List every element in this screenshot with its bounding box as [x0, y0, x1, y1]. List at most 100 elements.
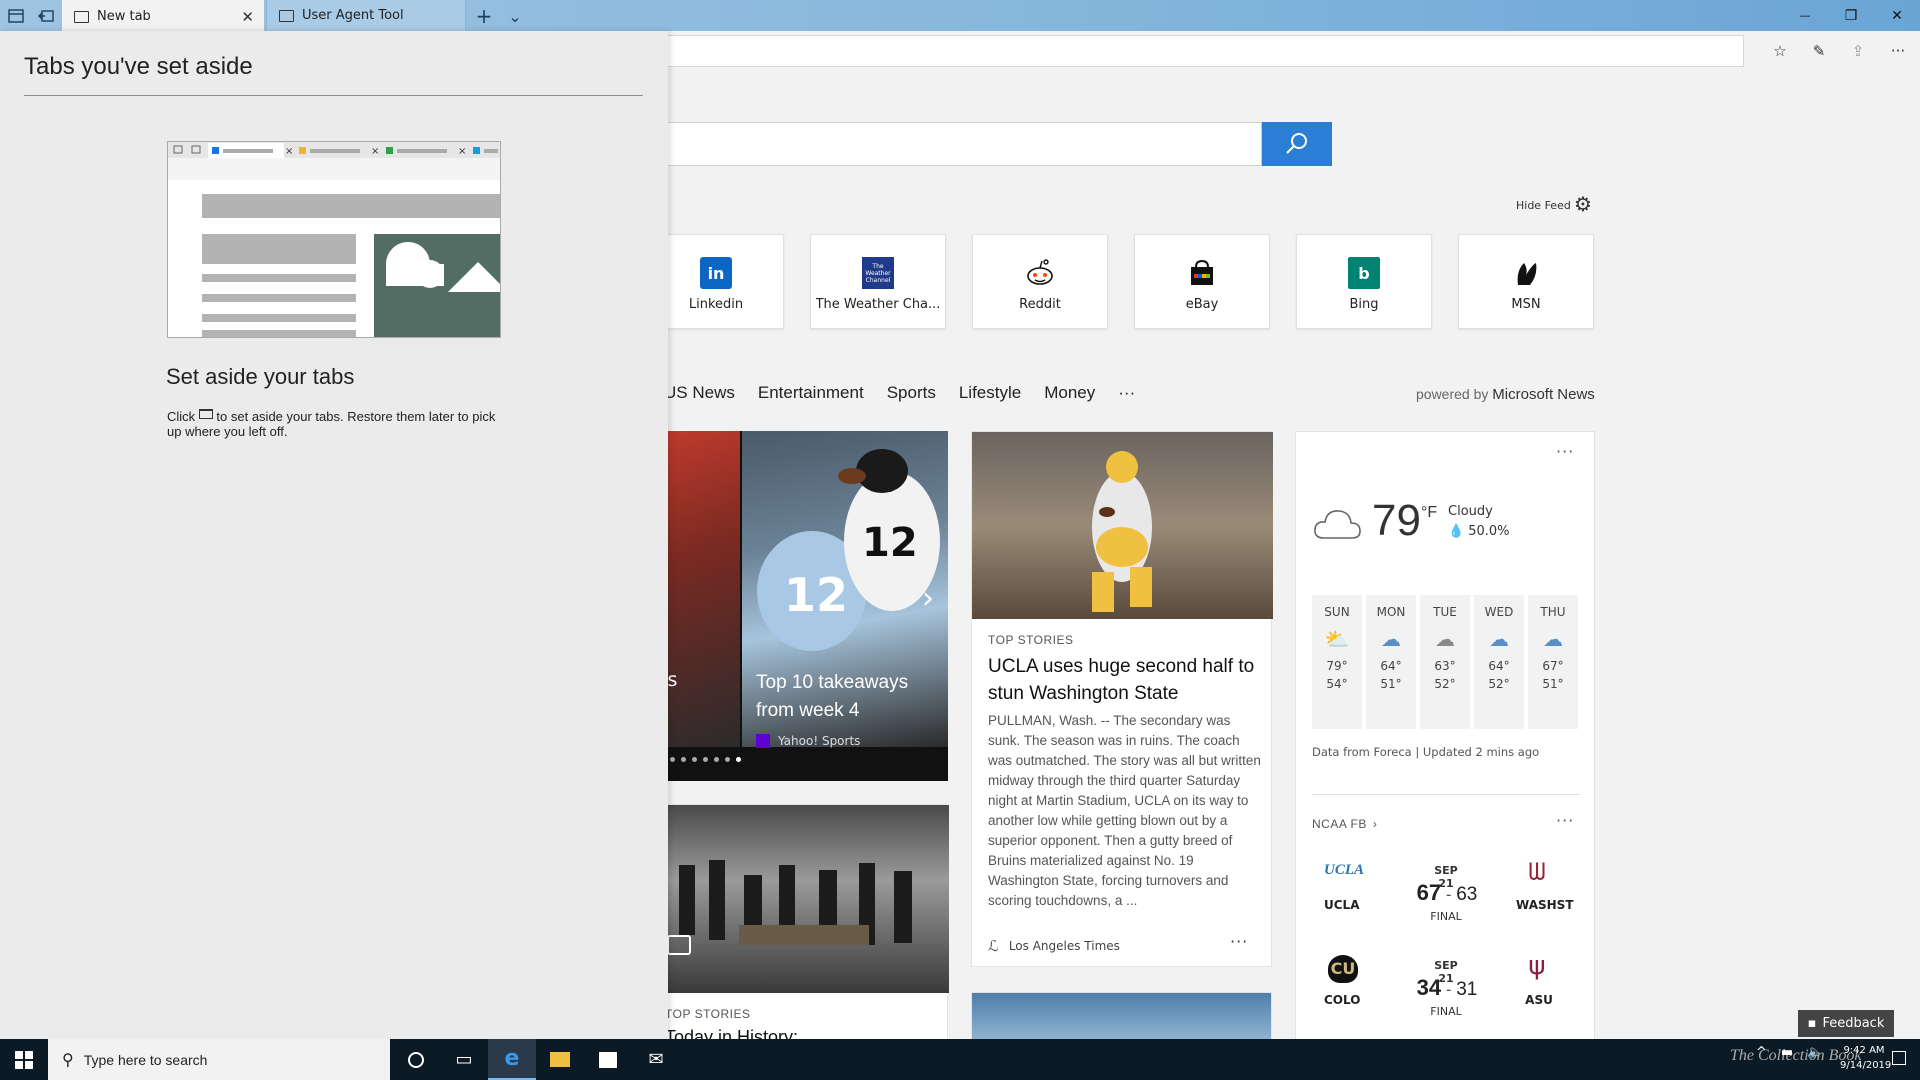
forecast-low: 52°	[1434, 677, 1456, 691]
windows-start-icon[interactable]	[0, 1039, 48, 1080]
close-tab-icon[interactable]: ✕	[241, 8, 254, 26]
weather-source[interactable]: Data from Foreca | Updated 2 mins ago	[1312, 745, 1539, 759]
more-icon[interactable]: ···	[1886, 39, 1910, 63]
share-icon[interactable]: ⇪	[1846, 39, 1870, 63]
game-row[interactable]: UCLA UCLA SEP 21 67 - 63 FINAL ᗯ WASHST	[1296, 852, 1596, 942]
cortana-icon[interactable]	[392, 1039, 440, 1080]
raindrop-icon: 💧	[1448, 524, 1465, 539]
feedback-button[interactable]: ▪ Feedback	[1798, 1010, 1894, 1037]
tile-weather-channel[interactable]: The Weather Channel The Weather Cha...	[810, 234, 946, 329]
mail-icon[interactable]: ✉	[632, 1039, 680, 1080]
game-status: FINAL	[1430, 910, 1462, 923]
game-score: 67 - 63	[1416, 880, 1478, 905]
tile-reddit[interactable]: Reddit	[972, 234, 1108, 329]
nav-money[interactable]: Money	[1044, 383, 1095, 407]
chevron-up-icon[interactable]: ^	[1756, 1045, 1767, 1060]
tile-msn[interactable]: MSN	[1458, 234, 1594, 329]
forecast-day[interactable]: THU ☁ 67° 51°	[1528, 595, 1578, 729]
powered-brand[interactable]: Microsoft News	[1492, 386, 1595, 403]
washst-logo-icon: ᗯ	[1528, 858, 1546, 886]
ncaa-header[interactable]: NCAA FB ›	[1312, 817, 1377, 831]
clock[interactable]: 9:42 AM 9/14/2019	[1840, 1043, 1891, 1073]
minimize-icon[interactable]: —	[1782, 0, 1828, 31]
cloud-icon	[1312, 504, 1362, 546]
forecast-low: 54°	[1326, 677, 1348, 691]
system-tray: ^ ▬ 🔈	[1756, 1045, 1823, 1060]
forecast-day[interactable]: WED ☁ 64° 52°	[1474, 595, 1524, 729]
nav-entertainment[interactable]: Entertainment	[758, 383, 864, 407]
away-score: 63	[1456, 884, 1478, 905]
game-row[interactable]: CU COLO SEP 21 34 - 31 FINAL ψ ASU	[1296, 947, 1596, 1037]
story-title[interactable]: UCLA uses huge second half to stun Washi…	[988, 653, 1258, 707]
notifications-icon[interactable]	[1892, 1051, 1906, 1065]
edge-icon[interactable]: e	[488, 1039, 536, 1080]
tile-label: MSN	[1511, 297, 1541, 312]
story-more-icon[interactable]: ···	[1230, 932, 1248, 951]
panel-title: Tabs you've set aside	[24, 53, 253, 80]
search-icon	[1286, 133, 1307, 154]
carousel-card[interactable]: 1212 ers Top 10 takeaways from week 4 Ya…	[648, 431, 948, 781]
history-card[interactable]: TOP STORIES Today in History:	[648, 804, 949, 1047]
svg-text:×: ×	[458, 146, 466, 157]
volume-icon[interactable]: 🔈	[1807, 1045, 1823, 1060]
task-view-icon[interactable]: ▭	[440, 1039, 488, 1080]
svg-text:×: ×	[285, 146, 293, 157]
away-score: 31	[1456, 979, 1478, 1000]
restore-icon[interactable]: ❐	[1828, 0, 1874, 31]
forecast-low: 51°	[1542, 677, 1564, 691]
la-times-logo-icon: ℒ	[988, 937, 999, 955]
tab-user-agent-tool[interactable]: User Agent Tool	[266, 0, 466, 31]
carousel-source: Yahoo! Sports	[756, 734, 860, 748]
carousel-title[interactable]: Top 10 takeaways from week 4	[756, 669, 936, 725]
nav-us-news[interactable]: US News	[664, 383, 735, 407]
store-icon[interactable]	[584, 1039, 632, 1080]
nav-lifestyle[interactable]: Lifestyle	[959, 383, 1021, 407]
nav-more[interactable]: ···	[1118, 383, 1135, 407]
story-card[interactable]: TOP STORIES UCLA uses huge second half t…	[971, 431, 1273, 967]
tile-linkedin[interactable]: in Linkedin	[648, 234, 784, 329]
chevron-right-icon: ›	[1372, 817, 1378, 831]
file-explorer-icon[interactable]	[536, 1039, 584, 1080]
search-button[interactable]	[1262, 122, 1332, 166]
tab-new-tab[interactable]: New tab ✕	[62, 0, 264, 31]
tile-label: Reddit	[1019, 297, 1061, 312]
tab-preview-icon[interactable]	[6, 6, 26, 26]
network-icon[interactable]: ▬	[1781, 1045, 1793, 1060]
forecast-day[interactable]: MON ☁ 64° 51°	[1366, 595, 1416, 729]
forecast-day[interactable]: TUE ☁ 63° 52°	[1420, 595, 1470, 729]
rain-cloud-icon: ☁	[1381, 627, 1401, 651]
taskbar-search-placeholder: Type here to search	[83, 1051, 208, 1068]
asu-pitchfork-icon: ψ	[1528, 951, 1546, 981]
ucla-logo-icon: UCLA	[1324, 862, 1365, 878]
colo-logo-icon: CU	[1328, 955, 1358, 983]
carousel-next-icon[interactable]: ›	[922, 581, 934, 616]
gear-icon[interactable]: ⚙	[1574, 194, 1592, 214]
tile-bing[interactable]: b Bing	[1296, 234, 1432, 329]
address-bar[interactable]	[660, 35, 1744, 67]
favorites-star-icon[interactable]: ☆	[1768, 39, 1792, 63]
nav-sports[interactable]: Sports	[887, 383, 936, 407]
tab-list-chevron-icon[interactable]: ⌄	[505, 6, 525, 26]
next-story-card[interactable]	[971, 992, 1272, 1039]
set-aside-panel: Tabs you've set aside × × × Set aside yo…	[0, 31, 668, 1039]
tile-ebay[interactable]: eBay	[1134, 234, 1270, 329]
weather-more-icon[interactable]: ···	[1556, 442, 1574, 461]
new-tab-plus-icon[interactable]: +	[474, 4, 494, 28]
search-input[interactable]	[660, 122, 1262, 166]
hide-feed-link[interactable]: Hide Feed	[1516, 199, 1571, 212]
precip-value: 50.0%	[1468, 524, 1510, 539]
set-aside-tabs-icon[interactable]	[36, 6, 56, 26]
temp-unit[interactable]: °F	[1421, 504, 1437, 521]
pen-icon[interactable]: ✎	[1807, 39, 1831, 63]
ncaa-more-icon[interactable]: ···	[1556, 811, 1574, 830]
tile-label: Linkedin	[688, 297, 744, 312]
forecast-day[interactable]: SUN ⛅ 79° 54°	[1312, 595, 1362, 729]
ncaa-title: NCAA FB	[1312, 817, 1367, 831]
forecast-day-name: THU	[1540, 605, 1566, 619]
close-window-icon[interactable]: ✕	[1874, 0, 1920, 31]
weather-temperature: 79°F	[1372, 496, 1437, 546]
taskbar-search[interactable]: ⚲ Type here to search	[48, 1039, 390, 1080]
search-icon: ⚲	[62, 1050, 74, 1069]
tile-label: Bing	[1349, 297, 1379, 312]
tile-label: The Weather Cha...	[815, 297, 941, 312]
